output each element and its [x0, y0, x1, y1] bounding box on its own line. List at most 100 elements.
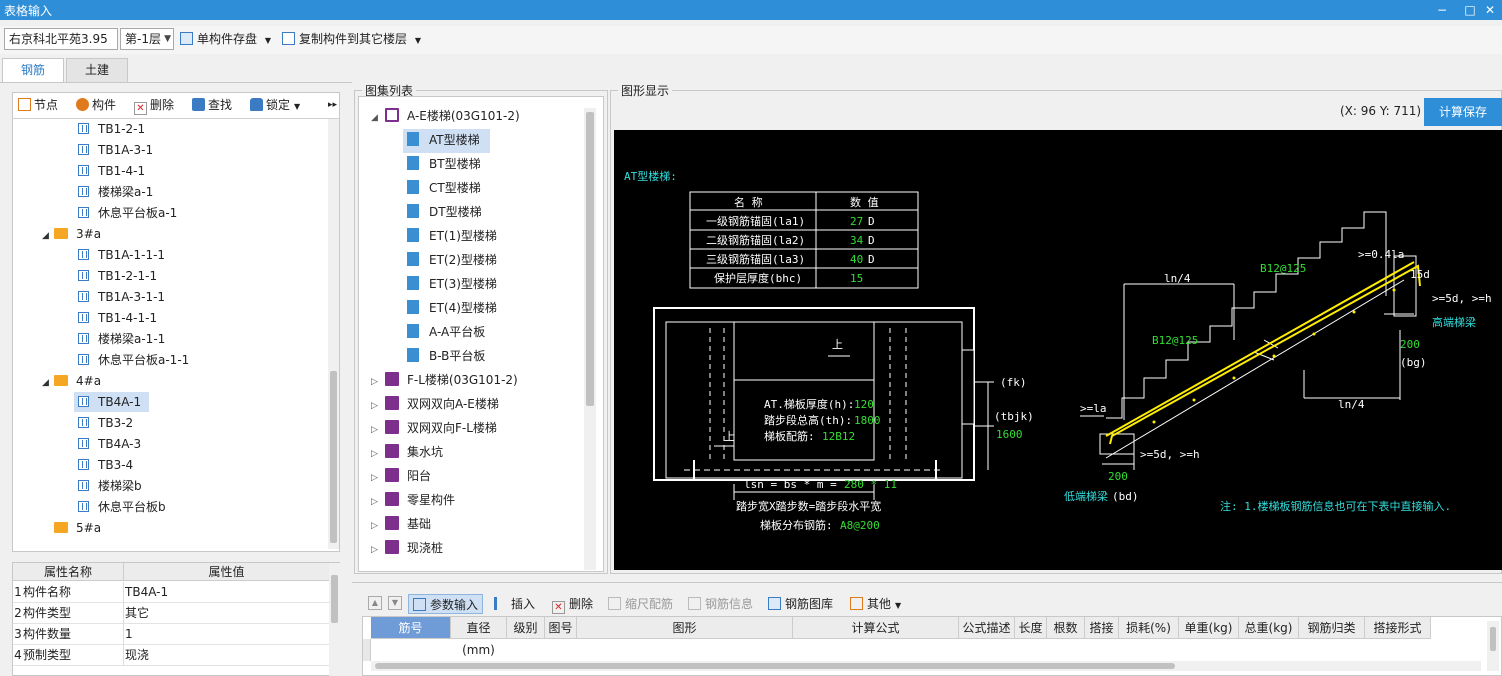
expand-toggle-icon[interactable]: ◢ [42, 226, 54, 246]
atlas-scrollbar[interactable] [584, 108, 596, 570]
prop-scrollbar-thumb[interactable] [331, 575, 338, 623]
atlas-page-item[interactable]: DT型楼梯 [403, 201, 492, 225]
atlas-page-item[interactable]: ET(1)型楼梯 [403, 225, 507, 249]
tree-scrollbar-thumb[interactable] [330, 371, 337, 543]
tree-item[interactable]: 休息平台板a-1-1 [74, 350, 197, 370]
grid-column-header[interactable]: 搭接形式 [1365, 617, 1431, 639]
tree-item[interactable]: 楼梯梁a-1-1 [74, 329, 173, 349]
tree-item[interactable]: TB4A-1 [74, 392, 150, 412]
atlas-book-item[interactable]: ▷ 基础 [371, 513, 431, 537]
expand-toggle-icon[interactable]: ▷ [371, 491, 385, 513]
prop-value[interactable]: 现浇 [125, 645, 149, 666]
tree-item[interactable]: TB1A-1-1-1 [74, 245, 173, 265]
atlas-book-item[interactable]: ▷ F-L楼梯(03G101-2) [371, 369, 518, 393]
atlas-page-item[interactable]: AT型楼梯 [403, 129, 490, 153]
floor-select[interactable]: 第-1层 ▼ [120, 28, 174, 50]
grid-hscrollbar[interactable] [371, 661, 1481, 671]
grid-column-header[interactable]: 单重(kg) [1179, 617, 1239, 639]
atlas-book-item[interactable]: ▷ 现浇桩 [371, 537, 443, 561]
tab-rebar[interactable]: 钢筋 [2, 58, 64, 82]
atlas-book-item[interactable]: ◢ A-E楼梯(03G101-2) [371, 105, 520, 129]
tree-item[interactable]: TB1-2-1 [74, 119, 153, 139]
tree-item[interactable]: 休息平台板b [74, 497, 174, 517]
expand-toggle-icon[interactable]: ▷ [371, 419, 385, 441]
tree-item[interactable]: 休息平台板a-1 [74, 203, 185, 223]
cad-canvas[interactable]: AT型楼梯: 名 称 数 值 一级钢筋锚固(la1) 27 D 二级钢筋锚固(l… [614, 130, 1502, 570]
grid-column-header[interactable]: 筋号 [371, 617, 451, 639]
atlas-page-item[interactable]: A-A平台板 [403, 321, 495, 345]
grid-column-header[interactable]: 长度 [1015, 617, 1047, 639]
component-button[interactable]: 构件 [76, 96, 116, 114]
move-down-button[interactable]: ▼ [388, 596, 402, 610]
atlas-book-item[interactable]: ▷ 双网双向A-E楼梯 [371, 393, 499, 417]
expand-toggle-icon[interactable]: ▷ [371, 515, 385, 537]
grid-vscrollbar-thumb[interactable] [1490, 627, 1496, 651]
calc-save-button[interactable]: 计算保存 [1424, 98, 1502, 126]
grid-column-header[interactable]: 图号 [545, 617, 577, 639]
tree-item[interactable]: 楼梯梁b [74, 476, 150, 496]
grid-hscrollbar-thumb[interactable] [375, 663, 1175, 669]
prop-value[interactable]: 其它 [125, 603, 149, 624]
minimize-button[interactable]: − [1430, 0, 1454, 20]
grid-column-header[interactable]: 损耗(%) [1119, 617, 1179, 639]
atlas-scrollbar-thumb[interactable] [586, 112, 594, 406]
close-button[interactable]: ✕ [1478, 0, 1502, 20]
prop-value[interactable]: TB4A-1 [125, 582, 168, 603]
more-icon[interactable]: ▸▸ [328, 96, 337, 114]
tree-item[interactable]: TB1-4-1-1 [74, 308, 165, 328]
delete-row-button[interactable]: ✕ 删除 [552, 594, 593, 614]
expand-toggle-icon[interactable]: ▷ [371, 539, 385, 561]
lock-button[interactable]: 锁定 ▼ [250, 96, 300, 114]
tree-folder[interactable]: 5#a [42, 518, 101, 538]
tree-item[interactable]: TB1-2-1-1 [74, 266, 165, 286]
expand-toggle-icon[interactable]: ▷ [371, 371, 385, 393]
save-single-button[interactable]: 单构件存盘 ▼ [180, 29, 271, 49]
find-button[interactable]: 查找 [192, 96, 232, 114]
node-button[interactable]: 节点 [18, 96, 58, 114]
grid-column-header[interactable]: 搭接 [1085, 617, 1119, 639]
tree-item[interactable]: TB1A-3-1-1 [74, 287, 173, 307]
grid-vscrollbar[interactable] [1487, 621, 1499, 671]
scale-rebar-button[interactable]: 缩尺配筋 [608, 594, 673, 614]
expand-toggle-icon[interactable]: ▷ [371, 467, 385, 489]
tree-item[interactable]: TB3-2 [74, 413, 141, 433]
tab-civil[interactable]: 土建 [66, 58, 128, 82]
prop-row[interactable]: 3 构件数量 1 [13, 624, 329, 645]
rebar-info-button[interactable]: 钢筋信息 [688, 594, 753, 614]
atlas-page-item[interactable]: ET(2)型楼梯 [403, 249, 507, 273]
atlas-page-item[interactable]: ET(3)型楼梯 [403, 273, 507, 297]
atlas-page-item[interactable]: ET(4)型楼梯 [403, 297, 507, 321]
prop-row[interactable]: 4 预制类型 现浇 [13, 645, 329, 666]
prop-value[interactable]: 1 [125, 624, 133, 645]
atlas-book-item[interactable]: ▷ 零星构件 [371, 489, 455, 513]
tree-folder[interactable]: ◢ 3#a [42, 224, 101, 244]
atlas-book-item[interactable]: ▷ 双网双向F-L楼梯 [371, 417, 497, 441]
delete-button[interactable]: ✕ 删除 [134, 96, 174, 115]
grid-column-header[interactable]: 公式描述 [959, 617, 1015, 639]
tree-item[interactable]: TB1-4-1 [74, 161, 153, 181]
atlas-book-item[interactable]: ▷ 集水坑 [371, 441, 443, 465]
atlas-book-item[interactable]: ▷ 阳台 [371, 465, 431, 489]
expand-toggle-icon[interactable]: ▷ [371, 443, 385, 465]
atlas-page-item[interactable]: BT型楼梯 [403, 153, 491, 177]
prop-row[interactable]: 2 构件类型 其它 [13, 603, 329, 624]
grid-column-header[interactable]: 直径(mm) [451, 617, 507, 657]
atlas-page-item[interactable]: CT型楼梯 [403, 177, 491, 201]
atlas-page-item[interactable]: B-B平台板 [403, 345, 495, 369]
copy-to-floor-button[interactable]: 复制构件到其它楼层 ▼ [282, 29, 421, 49]
tree-item[interactable]: 楼梯梁a-1 [74, 182, 161, 202]
grid-column-header[interactable]: 计算公式 [793, 617, 959, 639]
prop-row[interactable]: 1 构件名称 TB4A-1 [13, 582, 329, 603]
grid-column-header[interactable]: 根数 [1047, 617, 1085, 639]
expand-toggle-icon[interactable]: ▷ [371, 395, 385, 417]
param-input-button[interactable]: 参数输入 [408, 594, 484, 614]
grid-column-header[interactable]: 钢筋归类 [1299, 617, 1365, 639]
expand-toggle-icon[interactable]: ◢ [371, 107, 385, 129]
project-select[interactable]: 右京科北平苑3.95 [4, 28, 118, 50]
grid-column-header[interactable]: 图形 [577, 617, 793, 639]
grid-column-header[interactable]: 级别 [507, 617, 545, 639]
tree-item[interactable]: TB1A-3-1 [74, 140, 161, 160]
prop-scrollbar[interactable] [329, 563, 340, 676]
expand-toggle-icon[interactable]: ◢ [42, 373, 54, 393]
other-button[interactable]: 其他 ▼ [850, 594, 901, 614]
